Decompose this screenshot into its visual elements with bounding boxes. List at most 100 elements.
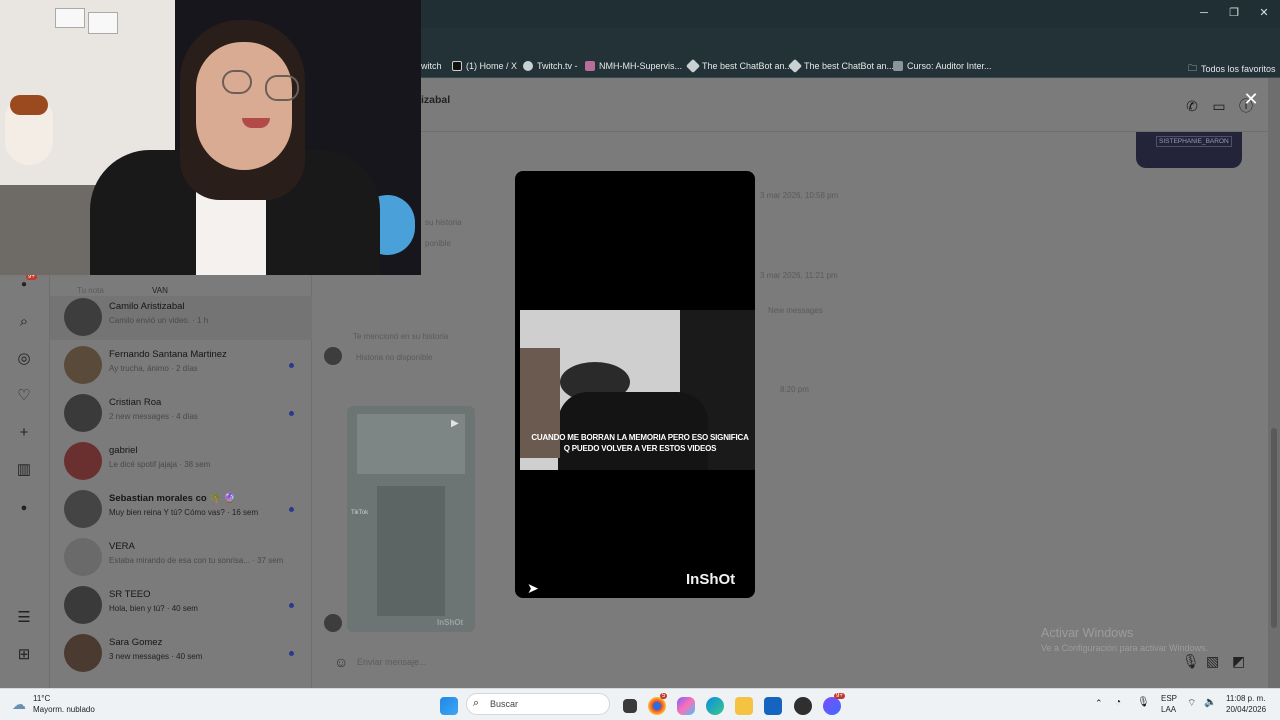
- chat-header: izabal: [312, 78, 1268, 132]
- taskbar-search[interactable]: ⌕ Buscar: [466, 693, 610, 715]
- image-icon[interactable]: ▧: [1206, 653, 1219, 670]
- timestamp: 3 mar 2026, 10:58 pm: [760, 191, 839, 200]
- bookmark-item[interactable]: Twitch.tv -: [523, 61, 578, 71]
- avatar: [64, 394, 102, 432]
- close-window-icon[interactable]: ✕: [1257, 6, 1271, 20]
- unread-dot: [289, 651, 294, 656]
- new-messages-divider: New messages: [768, 306, 823, 315]
- profile-icon[interactable]: ●: [15, 499, 33, 517]
- conversation-name: Sebastian morales co 🌴 🔮: [109, 493, 236, 504]
- volume-icon[interactable]: 🔈: [1204, 697, 1216, 708]
- webcam-overlay: [0, 0, 421, 275]
- bookmark-item[interactable]: (1) Home / X: [452, 61, 517, 71]
- microphone-tray-icon[interactable]: 🎙: [1137, 697, 1150, 708]
- conversation-item[interactable]: Sebastian morales co 🌴 🔮 Muy bien reina …: [64, 488, 304, 532]
- edge-icon[interactable]: [706, 697, 724, 715]
- conversation-item[interactable]: Cristian Roa 2 new messages · 4 días: [64, 392, 304, 436]
- shared-video-thumbnail[interactable]: TikTok InShOt ▶: [347, 406, 475, 632]
- task-view-icon[interactable]: [623, 699, 637, 713]
- messenger-icon[interactable]: [823, 697, 841, 715]
- your-note-label: Tu nota: [77, 286, 104, 295]
- notifications-icon[interactable]: ♡: [15, 387, 33, 405]
- tiktok-label: TikTok: [351, 510, 369, 516]
- conversation-item[interactable]: gabriel Le dicé spotif jajaja · 38 sem: [64, 440, 304, 484]
- conversation-preview: 2 new messages · 4 días: [109, 412, 198, 421]
- all-favorites-folder[interactable]: 🗀 Todos los favoritos: [1188, 61, 1276, 77]
- store-icon[interactable]: [764, 697, 782, 715]
- bookmark-item[interactable]: witch: [421, 61, 442, 71]
- chat-title: izabal: [421, 94, 451, 106]
- message-bubble[interactable]: SISTEPHANIE_BARON: [1136, 132, 1242, 168]
- network-icon[interactable]: ◔: [1115, 697, 1121, 708]
- app-icon[interactable]: [794, 697, 812, 715]
- folder-icon: 🗀: [1188, 63, 1198, 73]
- thumbnail-frame: [357, 414, 465, 474]
- start-icon[interactable]: [440, 697, 458, 715]
- weather-desc[interactable]: Mayorm. nublado: [33, 705, 95, 714]
- restore-icon[interactable]: ❐: [1227, 6, 1241, 20]
- menu-icon[interactable]: ☰: [15, 609, 33, 627]
- video-call-icon[interactable]: ▭: [1210, 97, 1228, 115]
- scrollbar-thumb[interactable]: [1271, 428, 1277, 628]
- wifi-icon[interactable]: ⌔: [1187, 697, 1196, 710]
- sticker-icon[interactable]: ◩: [1232, 653, 1245, 670]
- conversation-item[interactable]: VERA Estaba mirando de esa con tu sonris…: [64, 536, 304, 580]
- avatar: [64, 490, 102, 528]
- timestamp: 8:20 pm: [780, 385, 809, 394]
- bookmark-item[interactable]: Curso: Auditor Inter...: [893, 61, 992, 71]
- unread-dot: [289, 411, 294, 416]
- avatar: [64, 634, 102, 672]
- conversation-item[interactable]: Camilo Aristizabal Camilo envió un video…: [50, 296, 312, 340]
- glasses-icon: [222, 70, 252, 94]
- weather-icon[interactable]: ☁: [12, 696, 26, 713]
- mouse-cursor: ➤: [527, 580, 539, 596]
- conversation-item[interactable]: Sara Gomez 3 new messages · 40 sem: [64, 632, 304, 676]
- microphone-icon[interactable]: 🎙: [1182, 653, 1200, 670]
- clock-date[interactable]: 20/04/2026: [1226, 705, 1266, 714]
- unread-dot: [289, 507, 294, 512]
- x-logo-icon: [452, 61, 462, 71]
- explore-icon[interactable]: ◎: [15, 350, 33, 368]
- course-icon: [893, 61, 903, 71]
- search-icon[interactable]: ⌕: [15, 313, 33, 331]
- clock-time[interactable]: 11:08 p. m.: [1226, 694, 1265, 703]
- language-layout[interactable]: LAA: [1161, 705, 1176, 714]
- conversation-name: Sara Gomez: [109, 637, 163, 648]
- conversation-name: Camilo Aristizabal: [109, 301, 185, 312]
- phone-icon[interactable]: ✆: [1183, 97, 1201, 115]
- conversation-item[interactable]: Fernando Santana Martinez Ay trucha, áni…: [64, 344, 304, 388]
- story-hint: ponible: [425, 239, 451, 248]
- dashboard-icon[interactable]: ▥: [15, 461, 33, 479]
- copilot-icon[interactable]: [677, 697, 695, 715]
- minimize-icon[interactable]: ─: [1197, 6, 1211, 20]
- conversation-preview: Estaba mirando de esa con tu sonrisa... …: [109, 556, 284, 565]
- video-subject: [558, 392, 708, 470]
- conversation-preview: Hola, bien y tú? · 40 sem: [109, 604, 198, 613]
- conversation-preview: Le dicé spotif jajaja · 38 sem: [109, 460, 211, 469]
- create-icon[interactable]: +: [15, 424, 33, 442]
- close-viewer-icon[interactable]: ✕: [1242, 90, 1260, 108]
- emoji-icon[interactable]: ☺: [334, 654, 348, 670]
- language-indicator[interactable]: ESP: [1161, 694, 1177, 703]
- conversation-name: VERA: [109, 541, 135, 552]
- chrome-icon[interactable]: [648, 697, 666, 715]
- tray-overflow-icon[interactable]: ⌃: [1095, 698, 1103, 709]
- windows-activation-watermark: Activar Windows Ve a Configuración para …: [1041, 626, 1208, 653]
- bookmark-item[interactable]: The best ChatBot an...: [787, 58, 894, 74]
- bookmark-item[interactable]: The best ChatBot an...: [685, 58, 792, 74]
- video-watermark: InShOt: [686, 571, 736, 588]
- file-explorer-icon[interactable]: [735, 697, 753, 715]
- avatar: [64, 538, 102, 576]
- bookmark-item[interactable]: NMH-MH-Supervis...: [585, 61, 682, 71]
- windows-taskbar: ☁ 11°C Mayorm. nublado 5 9+ ⌃ ◔ 🎙 ESP LA…: [0, 688, 1280, 720]
- mention-tag: SISTEPHANIE_BARON: [1156, 136, 1232, 147]
- page-scrollbar[interactable]: [1268, 78, 1280, 688]
- thumbnail-watermark: InShOt: [437, 618, 464, 627]
- apps-icon[interactable]: ⊞: [15, 646, 33, 664]
- message-input[interactable]: Enviar mensaje...: [357, 657, 427, 667]
- thumbnail-frame: [377, 486, 445, 616]
- note-user-label: VAN: [152, 286, 168, 295]
- weather-temp[interactable]: 11°C: [33, 694, 50, 703]
- story-hint: su historia: [425, 218, 462, 227]
- conversation-item[interactable]: SR TEEO Hola, bien y tú? · 40 sem: [64, 584, 304, 628]
